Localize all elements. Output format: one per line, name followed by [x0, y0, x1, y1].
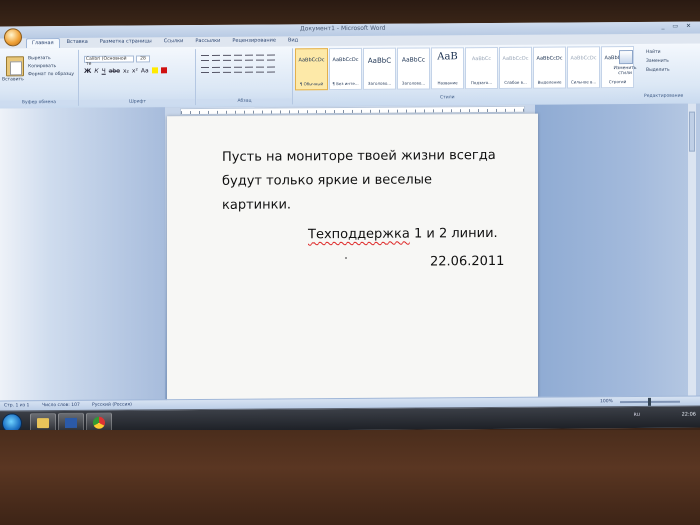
doc-line-3: картинки.	[222, 197, 292, 213]
tray-language[interactable]: RU	[634, 413, 640, 429]
font-group-label: Шрифт	[80, 99, 195, 105]
shading-icon[interactable]	[256, 66, 264, 73]
find-button[interactable]: Найти	[646, 50, 661, 55]
styles-group-label: Стили	[440, 95, 455, 101]
change-case-button[interactable]: Aa	[141, 67, 149, 74]
clipboard-group-label: Буфер обмена	[0, 99, 78, 106]
style-subtle-emphasis[interactable]: AaBbCcDc Слабое в...	[499, 46, 532, 89]
paragraph-group: Абзац	[197, 48, 293, 106]
tab-mailings[interactable]: Рассылки	[190, 37, 225, 47]
superscript-button[interactable]: x²	[132, 67, 138, 74]
copy-button[interactable]: Копировать	[28, 64, 56, 69]
doc-signature-rest: 1 и 2 линии.	[409, 225, 498, 242]
status-page[interactable]: Стр. 1 из 1	[4, 403, 29, 408]
list-buttons-row	[201, 54, 275, 62]
zoom-slider[interactable]	[620, 400, 680, 404]
font-size-field[interactable]: 28	[136, 55, 150, 63]
tab-view[interactable]: Вид	[283, 36, 303, 46]
tab-insert[interactable]: Вставка	[62, 38, 93, 48]
bullets-icon[interactable]	[201, 54, 209, 62]
style-emphasis[interactable]: AaBbCcDc Выделение	[533, 46, 566, 89]
subscript-button[interactable]: x₂	[123, 68, 129, 75]
line-spacing-icon[interactable]	[245, 66, 253, 73]
word-icon	[65, 417, 77, 428]
spellcheck-underlined-word: Техподдержка	[308, 226, 410, 243]
multilevel-list-icon[interactable]	[223, 54, 231, 61]
style-heading-1[interactable]: AaBbC Заголово...	[363, 47, 396, 90]
screen: Документ1 - Microsoft Word _ ▭ ✕ Главная…	[0, 21, 700, 433]
status-zoom[interactable]: 100%	[600, 399, 613, 404]
increase-indent-icon[interactable]	[245, 54, 253, 61]
font-group: Calibri (Основной те 28 Ж К Ч abe x₂ x² …	[80, 49, 196, 106]
window-controls[interactable]: _ ▭ ✕	[661, 23, 694, 30]
change-styles-icon	[619, 50, 633, 65]
decrease-indent-icon[interactable]	[234, 54, 242, 61]
doc-line-2: будут только яркие и веселые	[222, 172, 432, 189]
font-color-icon[interactable]	[160, 67, 167, 74]
change-styles-button[interactable]: Изменить стили	[612, 48, 638, 88]
style-subtitle[interactable]: AaBbCc Подзаго...	[465, 46, 498, 90]
change-styles-label: Изменить стили	[613, 65, 637, 77]
office-button[interactable]	[4, 28, 22, 47]
tab-review[interactable]: Рецензирование	[227, 36, 281, 46]
workspace-left-glare	[0, 107, 165, 401]
style-intense-emphasis[interactable]: AaBbCcDc Сильное в...	[567, 46, 600, 89]
ribbon: Вставить Вырезать Копировать Формат по о…	[0, 43, 700, 110]
cut-button[interactable]: Вырезать	[28, 56, 51, 61]
format-painter-button[interactable]: Формат по образцу	[28, 72, 74, 77]
italic-button[interactable]: К	[94, 68, 98, 75]
align-center-icon[interactable]	[212, 66, 220, 73]
doc-signature: Техподдержка 1 и 2 линии.	[308, 226, 498, 242]
paste-label[interactable]: Вставить	[2, 77, 24, 82]
font-name-field[interactable]: Calibri (Основной те	[84, 55, 134, 67]
doc-date: 22.06.2011	[430, 253, 505, 270]
select-button[interactable]: Выделить	[646, 68, 670, 73]
doc-line-1: Пусть на мониторе твоей жизни всегда	[222, 147, 496, 165]
align-right-icon[interactable]	[223, 66, 231, 73]
tab-references[interactable]: Ссылки	[159, 37, 189, 47]
editing-group-label: Редактирование	[644, 93, 684, 99]
replace-button[interactable]: Заменить	[646, 59, 669, 64]
bold-button[interactable]: Ж	[84, 68, 91, 75]
window-title: Документ1 - Microsoft Word	[300, 24, 386, 33]
highlight-color-icon[interactable]	[151, 67, 158, 74]
cursor-dot	[345, 257, 347, 260]
justify-icon[interactable]	[234, 66, 242, 73]
pilcrow-icon[interactable]	[267, 54, 275, 61]
style-normal[interactable]: AaBbCcDc ¶ Обычный	[295, 48, 328, 91]
align-buttons-row	[201, 66, 275, 74]
style-title[interactable]: AaB Название	[431, 47, 464, 90]
clipboard-group: Вставить Вырезать Копировать Формат по о…	[0, 49, 79, 107]
document-page[interactable]: Пусть на мониторе твоей жизни всегда буд…	[167, 113, 538, 422]
vertical-scrollbar[interactable]	[688, 103, 696, 396]
numbering-icon[interactable]	[212, 54, 220, 61]
paragraph-group-label: Абзац	[197, 98, 292, 105]
taskbar: RU 22:06	[0, 405, 700, 433]
paste-icon[interactable]	[6, 56, 24, 77]
explorer-icon	[37, 418, 49, 429]
tray-clock[interactable]: 22:06	[682, 412, 696, 418]
borders-icon[interactable]	[267, 66, 275, 73]
monitor-bezel-bottom	[0, 430, 700, 525]
style-no-spacing[interactable]: AaBbCcDc ¶ Без инте...	[329, 47, 362, 91]
chrome-icon	[93, 416, 105, 429]
strikethrough-button[interactable]: abe	[109, 68, 120, 75]
align-left-icon[interactable]	[201, 66, 209, 74]
underline-button[interactable]: Ч	[102, 68, 106, 75]
editing-group: Найти Заменить Выделить Редактирование	[642, 46, 700, 102]
sort-icon[interactable]	[256, 54, 264, 61]
tab-home[interactable]: Главная	[26, 38, 60, 49]
status-words[interactable]: Число слов: 107	[42, 403, 80, 408]
status-language[interactable]: Русский (Россия)	[92, 403, 132, 408]
workspace-right	[535, 103, 700, 397]
font-format-row: Ж К Ч abe x₂ x² Aa	[84, 67, 167, 75]
style-heading-2[interactable]: AaBbCc Заголово...	[397, 47, 430, 90]
tab-page-layout[interactable]: Разметка страницы	[95, 37, 157, 47]
styles-gallery: AaBbCcDc ¶ Обычный AaBbCcDc ¶ Без инте... …	[295, 46, 634, 104]
